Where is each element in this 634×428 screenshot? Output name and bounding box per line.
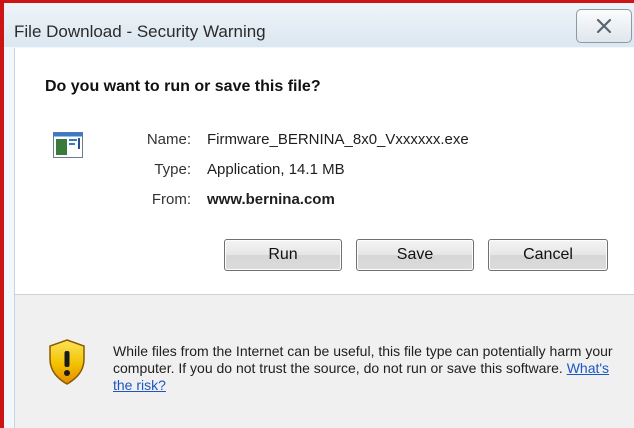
close-x-icon xyxy=(596,18,612,34)
type-label: Type: xyxy=(154,161,191,178)
security-shield-icon xyxy=(49,339,85,385)
warning-text: While files from the Internet can be use… xyxy=(113,343,613,376)
security-warning-panel: While files from the Internet can be use… xyxy=(14,295,634,428)
from-label: From: xyxy=(151,191,191,208)
download-details-panel: Do you want to run or save this file? Na… xyxy=(14,48,634,294)
window-title: File Download - Security Warning xyxy=(14,22,266,41)
run-button[interactable]: Run xyxy=(224,239,342,271)
application-window-icon xyxy=(53,132,83,158)
file-type-value: Application, 14.1 MB xyxy=(207,161,345,178)
name-label: Name: xyxy=(146,131,191,148)
file-source-value: www.bernina.com xyxy=(207,191,335,208)
save-button[interactable]: Save xyxy=(356,239,474,271)
prompt-heading: Do you want to run or save this file? xyxy=(45,78,321,95)
title-bar[interactable]: File Download - Security Warning xyxy=(4,3,634,47)
file-name-value: Firmware_BERNINA_8x0_Vxxxxxx.exe xyxy=(207,131,469,148)
close-button[interactable] xyxy=(576,9,632,43)
warning-message: While files from the Internet can be use… xyxy=(113,343,615,394)
cancel-button[interactable]: Cancel xyxy=(488,239,608,271)
